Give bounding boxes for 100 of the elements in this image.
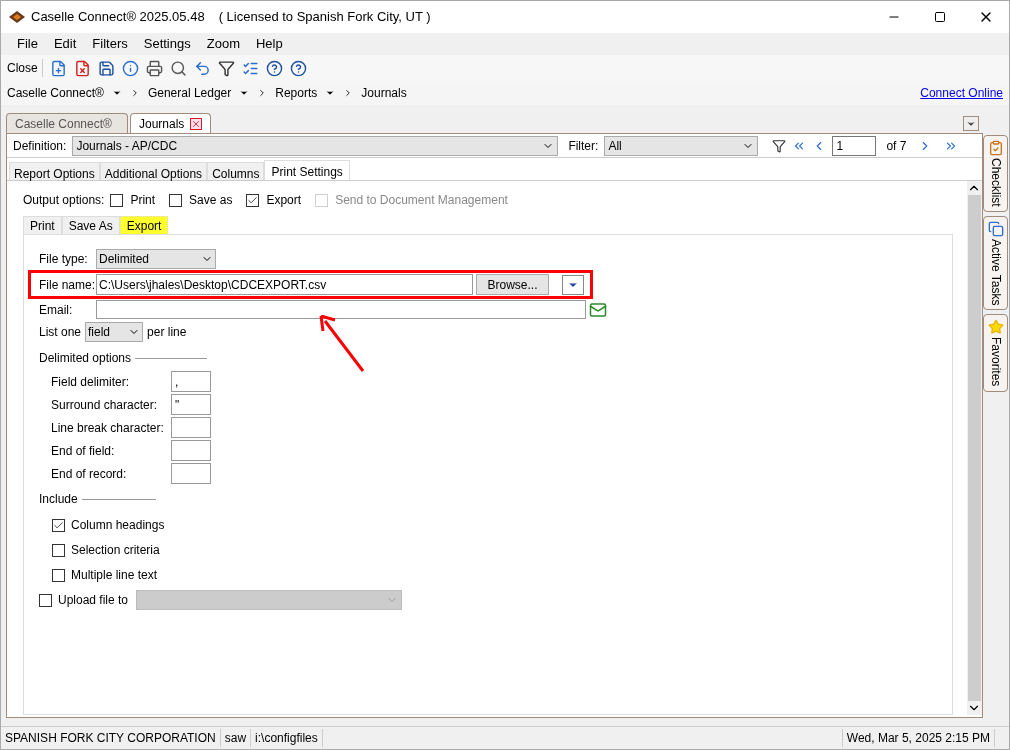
document-tab[interactable]: Journals: [130, 113, 212, 133]
menu-item[interactable]: Help: [249, 34, 289, 54]
dropdown-caret-icon[interactable]: [239, 88, 250, 98]
annotation-arrow: [319, 315, 367, 373]
report-tab[interactable]: Columns: [207, 162, 265, 180]
checkbox-label: Print: [130, 192, 156, 209]
menu-item[interactable]: Edit: [47, 34, 83, 54]
field-label: End of field:: [51, 442, 116, 460]
checkbox-label: Multiple line text: [71, 567, 158, 584]
checkbox-label: Column headings: [71, 517, 165, 534]
save-icon[interactable]: [97, 59, 115, 77]
checkbox[interactable]: [39, 593, 52, 607]
breadcrumb-item[interactable]: Reports: [275, 84, 318, 102]
page-count: of 7: [886, 137, 907, 155]
filter-icon[interactable]: [217, 59, 235, 77]
new-file-icon[interactable]: [49, 59, 67, 77]
character-field[interactable]: [171, 417, 211, 438]
checkbox-label: Upload file to: [58, 592, 129, 609]
side-tab[interactable]: Favorites: [983, 314, 1008, 392]
field-label: Field delimiter:: [51, 373, 131, 391]
checkbox[interactable]: [169, 193, 183, 207]
field-label: Line break character:: [51, 419, 165, 437]
file-type-dropdown[interactable]: Delimited: [96, 249, 216, 269]
file-type-label: File type:: [39, 251, 89, 268]
output-tab[interactable]: Save As: [61, 216, 120, 234]
info-icon[interactable]: [121, 59, 139, 77]
dropdown-button[interactable]: [562, 274, 584, 295]
list-one-dropdown[interactable]: field: [85, 322, 144, 342]
checkbox[interactable]: [246, 193, 260, 207]
stacked-windows-icon: [987, 220, 1004, 237]
list-one-label: List one: [39, 324, 82, 341]
magnifier-icon[interactable]: [169, 59, 187, 77]
menu-item[interactable]: File: [11, 34, 44, 54]
browse-button[interactable]: Browse...: [476, 274, 549, 295]
file-name-field[interactable]: C:\Users\jhales\Desktop\CDCEXPORT.csv: [96, 274, 473, 295]
output-tab[interactable]: Print: [23, 216, 62, 234]
add-filter-icon[interactable]: [772, 138, 787, 153]
file-name-label: File name:: [39, 276, 96, 294]
checkbox[interactable]: [52, 543, 65, 557]
report-tab[interactable]: Print Settings: [264, 160, 350, 180]
maximize-icon: [934, 11, 946, 23]
dropdown-caret-icon[interactable]: [325, 88, 336, 98]
filter-dropdown[interactable]: All: [604, 135, 759, 156]
undo-icon[interactable]: [193, 59, 211, 77]
checkbox[interactable]: [52, 518, 65, 532]
email-label: Email:: [39, 301, 74, 319]
connect-online-link[interactable]: Connect Online: [920, 84, 1003, 102]
character-field[interactable]: [171, 440, 211, 461]
email-field[interactable]: [96, 300, 586, 319]
send-mail-icon[interactable]: [589, 300, 607, 319]
clipboard-icon: [987, 140, 1004, 156]
side-tab[interactable]: Active Tasks: [983, 215, 1008, 311]
menu-item[interactable]: Zoom: [200, 34, 246, 54]
checkbox-label: Save as: [189, 192, 233, 209]
close-tab-icon[interactable]: [190, 117, 203, 130]
page-field[interactable]: 1: [832, 135, 877, 156]
definition-dropdown[interactable]: Journals - AP/CDC: [72, 135, 559, 156]
status-text: saw: [220, 729, 252, 747]
character-field[interactable]: [171, 463, 211, 484]
checkbox-label: Send to Document Management: [335, 192, 508, 209]
check-icon: [53, 519, 64, 531]
report-tab[interactable]: Additional Options: [99, 162, 208, 180]
printer-icon[interactable]: [145, 59, 163, 77]
dropdown-button[interactable]: [963, 116, 979, 131]
side-tab[interactable]: Checklist: [983, 135, 1008, 212]
star-icon: [987, 319, 1004, 336]
report-tab[interactable]: Report Options: [9, 162, 100, 180]
check-icon: [247, 194, 259, 206]
definition-label: Definition:: [13, 137, 67, 155]
menu-item[interactable]: Settings: [137, 34, 197, 54]
output-tab[interactable]: Export: [119, 216, 169, 234]
filter-label: Filter:: [568, 137, 599, 155]
breadcrumb-item[interactable]: Caselle Connect®: [7, 84, 104, 102]
character-field[interactable]: ": [171, 394, 211, 415]
help-icon[interactable]: [265, 59, 283, 77]
status-text: i:\configfiles: [251, 729, 323, 747]
field-label: End of record:: [51, 465, 128, 483]
section-heading: Include: [39, 491, 78, 508]
section-heading: Delimited options: [39, 350, 132, 367]
license-text: ( Licensed to Spanish Fork City, UT ): [218, 8, 431, 27]
status-text: Wed, Mar 5, 2025 2:15 PM: [841, 729, 995, 747]
checkbox[interactable]: [52, 568, 65, 582]
breadcrumb-item[interactable]: Journals: [361, 84, 407, 102]
toolbar-close-button[interactable]: Close: [7, 59, 43, 77]
field-label: Surround character:: [51, 396, 159, 414]
scrollbar[interactable]: [967, 181, 982, 715]
checkbox[interactable]: [110, 193, 124, 207]
per-line-label: per line: [147, 324, 187, 341]
delete-file-icon[interactable]: [73, 59, 91, 77]
document-tab[interactable]: Caselle Connect®: [6, 113, 128, 133]
dropdown-caret-icon[interactable]: [111, 88, 122, 98]
status-text: SPANISH FORK CITY CORPORATION: [1, 729, 221, 747]
window-title: Caselle Connect® 2025.05.48: [31, 8, 205, 27]
menu-item[interactable]: Filters: [86, 34, 134, 54]
checkbox-label: Export: [266, 192, 302, 209]
checkbox-label: Selection criteria: [71, 542, 160, 559]
character-field[interactable]: ,: [171, 371, 211, 392]
breadcrumb-item[interactable]: General Ledger: [147, 84, 232, 102]
output-options-label: Output options:: [23, 192, 105, 209]
app-logo-icon: [9, 11, 25, 23]
